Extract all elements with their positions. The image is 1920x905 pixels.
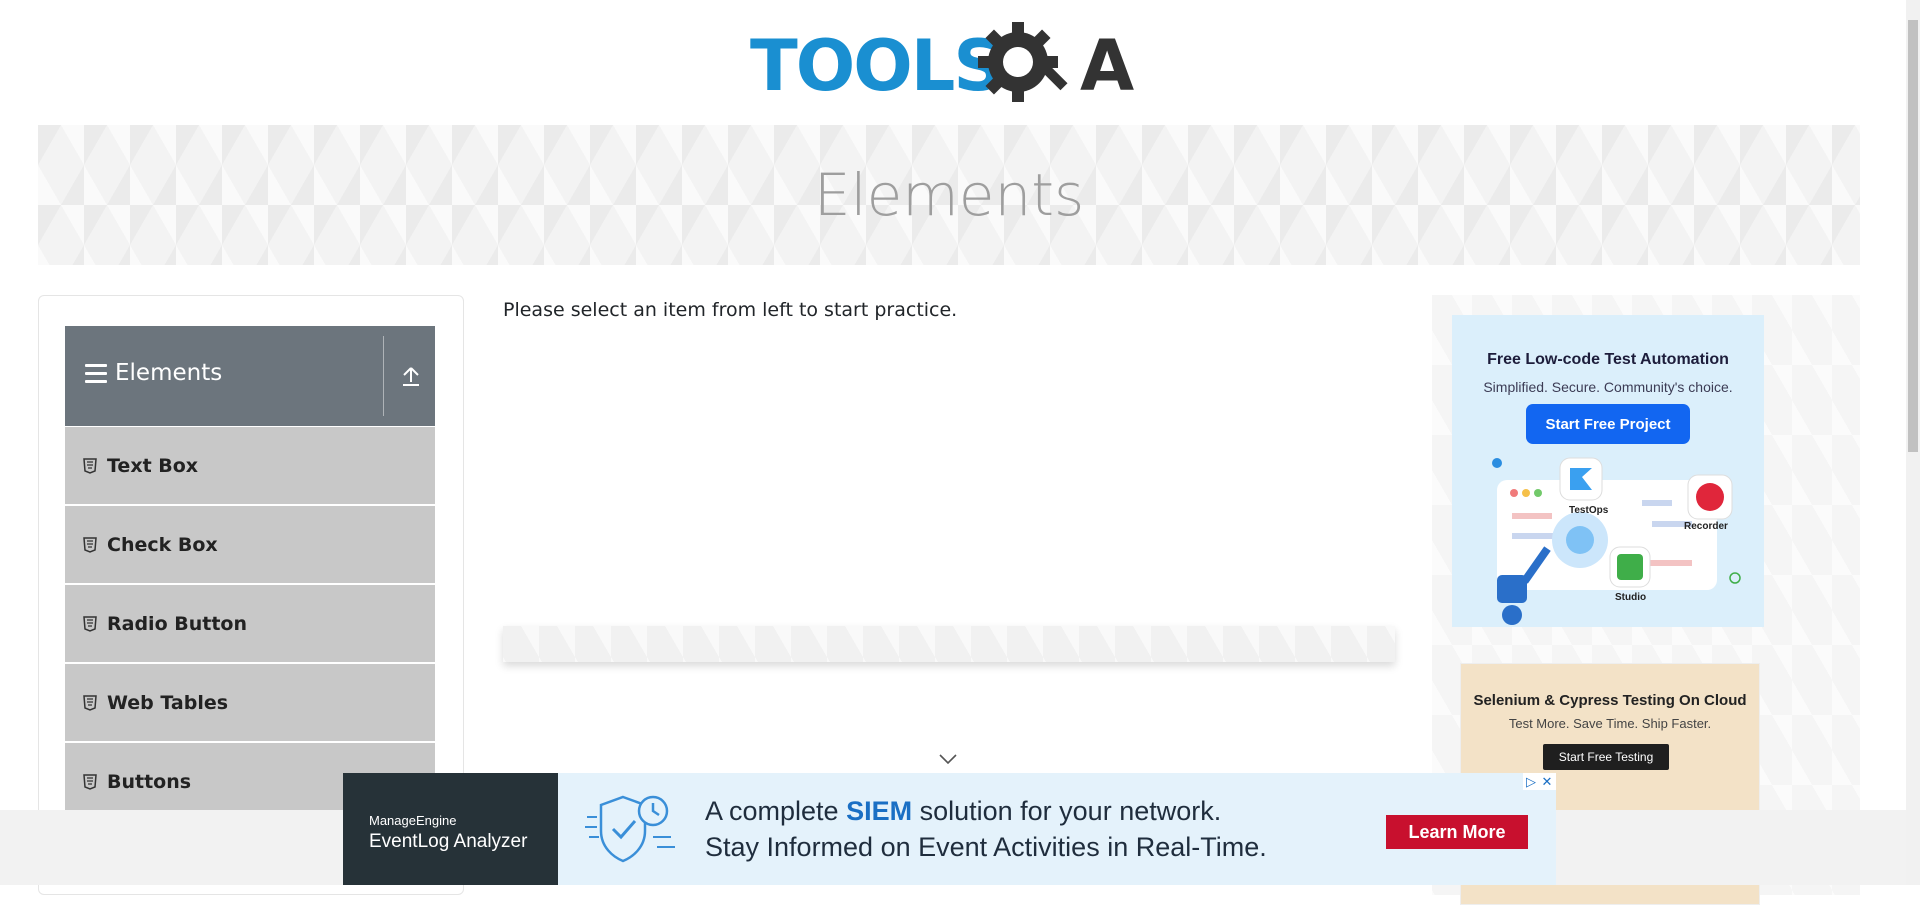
menu-item-text-box[interactable]: Text Box <box>65 426 435 505</box>
ad-illustration: TestOps Recorder Studio <box>1492 457 1741 625</box>
toolsqa-logo[interactable]: TOOLS A <box>750 18 1155 114</box>
collapse-button[interactable] <box>387 326 435 426</box>
html5-icon <box>83 694 97 711</box>
headline-post: solution for your network. <box>912 796 1222 826</box>
learn-more-button[interactable]: Learn More <box>1386 815 1528 849</box>
ad-choices[interactable]: ▷ ✕ <box>1523 773 1556 790</box>
eventlog-analyzer-ad[interactable]: ManageEngine EventLog Analyzer A complet… <box>343 773 1556 885</box>
header-divider <box>383 336 384 416</box>
chevron-down-icon[interactable] <box>938 752 958 766</box>
practice-instructions: Please select an item from left to start… <box>503 299 958 321</box>
katalon-ad[interactable]: Free Low-code Test Automation Simplified… <box>1452 315 1764 627</box>
ad-headline: A complete SIEM solution for your networ… <box>705 796 1221 827</box>
close-icon[interactable]: ✕ <box>1539 773 1555 790</box>
html5-icon <box>83 773 97 790</box>
ad-info-icon[interactable]: ▷ <box>1523 773 1539 790</box>
page-banner: Elements <box>38 125 1860 265</box>
menu-item-radio-button[interactable]: Radio Button <box>65 584 435 663</box>
elements-group-header[interactable]: Elements <box>65 326 435 426</box>
menu-item-label: Radio Button <box>107 612 247 635</box>
content-ad-strip <box>503 626 1395 662</box>
group-title: Elements <box>115 360 223 386</box>
toolsqa-logo-graphic: TOOLS A <box>750 22 1134 107</box>
ad-tagline: Stay Informed on Event Activities in Rea… <box>705 832 1267 862</box>
ad-subtitle: Simplified. Secure. Community's choice. <box>1483 379 1733 395</box>
menu-item-web-tables[interactable]: Web Tables <box>65 663 435 742</box>
html5-icon <box>83 536 97 553</box>
testops-label: TestOps <box>1569 505 1609 516</box>
html5-icon <box>83 457 97 474</box>
start-free-testing-button[interactable]: Start Free Testing <box>1543 744 1669 770</box>
recorder-label: Recorder <box>1684 521 1728 532</box>
ad-title: Selenium & Cypress Testing On Cloud <box>1473 692 1747 709</box>
elements-menu-list: Text Box Check Box Radio Button Web Tabl… <box>65 426 435 821</box>
menu-item-label: Text Box <box>107 454 199 477</box>
shield-clock-icon <box>585 795 675 863</box>
menu-item-label: Web Tables <box>107 691 229 714</box>
brand-product: EventLog Analyzer <box>369 831 528 852</box>
menu-item-label: Check Box <box>107 533 218 556</box>
studio-label: Studio <box>1615 592 1646 603</box>
menu-icon <box>85 364 107 384</box>
start-free-project-button[interactable]: Start Free Project <box>1526 404 1690 444</box>
collapse-up-icon <box>403 367 419 386</box>
brand-panel: ManageEngine EventLog Analyzer <box>343 773 558 885</box>
svg-text:TOOLS: TOOLS <box>750 25 1002 107</box>
headline-highlight: SIEM <box>846 796 913 826</box>
svg-text:A: A <box>1080 25 1134 107</box>
vertical-scrollbar[interactable] <box>1906 0 1920 885</box>
page-title: Elements <box>813 161 1085 229</box>
brand-company: ManageEngine <box>369 813 457 828</box>
menu-item-check-box[interactable]: Check Box <box>65 505 435 584</box>
ad-title: Free Low-code Test Automation <box>1487 351 1729 368</box>
menu-item-label: Buttons <box>107 770 192 793</box>
ad-subtitle: Test More. Save Time. Ship Faster. <box>1508 716 1712 731</box>
headline-pre: A complete <box>705 796 847 826</box>
html5-icon <box>83 615 97 632</box>
scrollbar-thumb[interactable] <box>1908 20 1918 452</box>
